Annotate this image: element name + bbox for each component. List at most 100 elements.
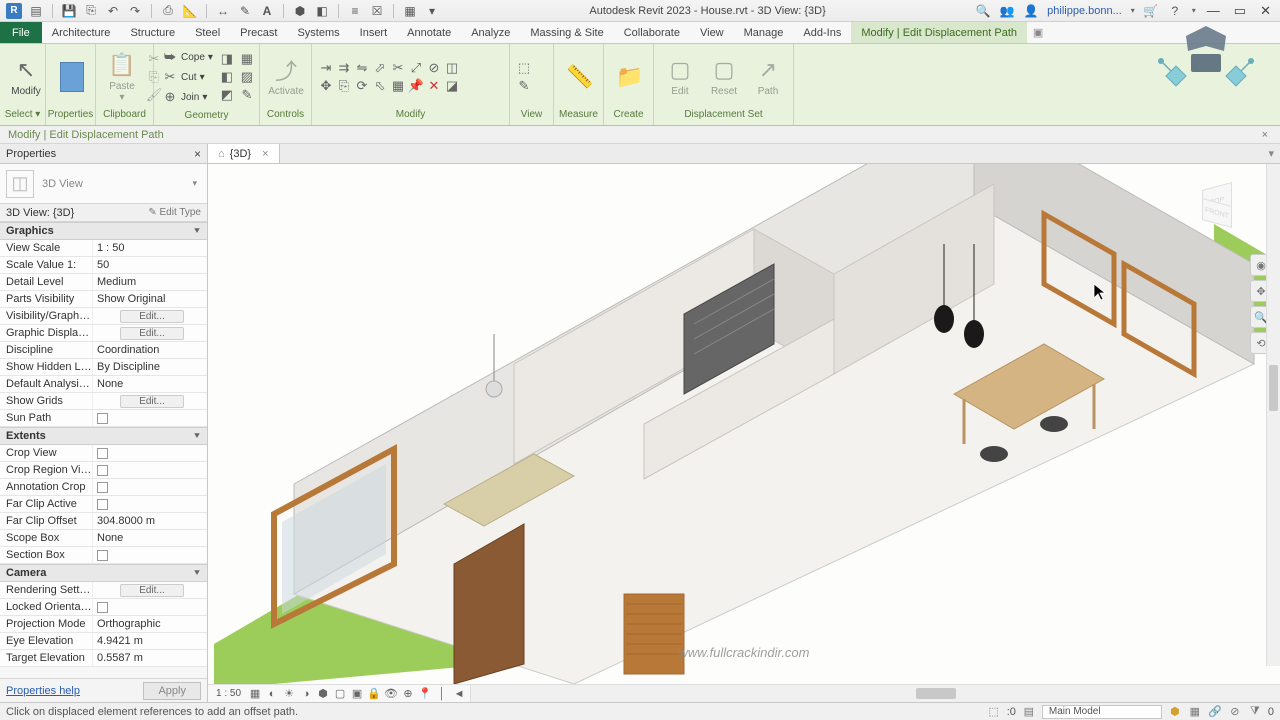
prop-show-hidden[interactable]: Show Hidden Lin...By Discipline [0,359,207,376]
checkbox[interactable] [97,482,108,493]
trim-icon[interactable]: ⬀ [372,60,388,76]
cut-geom-button[interactable]: ✂Cut ▾ [160,68,215,86]
vc-hide-icon[interactable]: 👁 [384,687,398,701]
qat-undo-icon[interactable]: ↶ [105,3,121,19]
geom-icon-6[interactable]: ✎ [239,87,255,103]
qat-open-icon[interactable]: ▤ [28,3,44,19]
pin-icon[interactable]: 📌 [408,78,424,94]
options-bar-close[interactable]: × [1258,129,1272,141]
join-button[interactable]: ⊕Join ▾ [160,88,215,106]
view-canvas[interactable]: TOP FRONT ◉ ✥ 🔍 ⟲ www.fullcrackindir.com [208,164,1280,684]
vc-crop2-icon[interactable]: ▣ [350,687,364,701]
prop-visibility-graphics[interactable]: Visibility/Graphic...Edit... [0,308,207,325]
prop-graphic-display[interactable]: Graphic Display ...Edit... [0,325,207,342]
checkbox[interactable] [97,499,108,510]
prop-show-grids[interactable]: Show GridsEdit... [0,393,207,410]
sb-model-icon[interactable]: ▤ [1022,705,1036,719]
properties-help-link[interactable]: Properties help [6,685,80,697]
mirror-icon[interactable]: ⇋ [354,60,370,76]
vc-shadow-icon[interactable]: ◑ [299,687,313,701]
close-button[interactable]: ✕ [1257,3,1274,19]
view-tabs-overflow-icon[interactable]: ▾ [1262,147,1280,160]
user-name[interactable]: philippe.bonn... [1047,5,1122,17]
geom-icon-4[interactable]: ▦ [239,51,255,67]
tab-view[interactable]: View [690,22,734,43]
vc-crop-icon[interactable]: ▢ [333,687,347,701]
cart-icon[interactable]: 🛒 [1143,3,1159,19]
activate-button[interactable]: ⤴Activate [266,54,306,99]
help-icon[interactable]: ? [1167,3,1183,19]
sb-select-icon[interactable]: ⬚ [987,705,1001,719]
prop-locked-orient[interactable]: Locked Orientati... [0,599,207,616]
prop-discipline[interactable]: DisciplineCoordination [0,342,207,359]
view-icon-1[interactable]: ⬚ [516,60,532,76]
create-button[interactable]: 📁 [610,61,650,93]
offset-icon[interactable]: ⇉ [336,60,352,76]
mod-icon-a[interactable]: ◫ [444,60,460,76]
prop-far-clip-active[interactable]: Far Clip Active [0,496,207,513]
mod-icon-b[interactable]: ◪ [444,78,460,94]
type-selector[interactable]: ◫ 3D View ▾ [0,164,207,204]
qat-sync-icon[interactable]: ⎘ [83,3,99,19]
checkbox[interactable] [97,602,108,613]
qat-print-icon[interactable]: ⎙ [160,3,176,19]
vc-arrow-icon[interactable]: ◄ [452,687,466,701]
trim2-icon[interactable]: ⬁ [372,78,388,94]
workset-selector[interactable]: Main Model [1042,705,1162,719]
tab-addins[interactable]: Add-Ins [793,22,851,43]
view-scale-control[interactable]: 1 : 50 [212,688,245,699]
geom-icon-3[interactable]: ◩ [219,87,235,103]
tab-modify-context[interactable]: Modify | Edit Displacement Path [851,22,1027,43]
search-icon[interactable]: 🔍 [975,3,991,19]
prop-scale-value[interactable]: Scale Value 1:50 [0,257,207,274]
vc-lock-icon[interactable]: 🔒 [367,687,381,701]
array-icon[interactable]: ▦ [390,78,406,94]
tab-massing[interactable]: Massing & Site [520,22,613,43]
qat-close-icon[interactable]: ☒ [369,3,385,19]
tab-file[interactable]: File [0,22,42,43]
qat-redo-icon[interactable]: ↷ [127,3,143,19]
properties-apply-button[interactable]: Apply [143,682,201,700]
paste-button[interactable]: 📋Paste▾ [102,49,142,105]
prop-target-elevation[interactable]: Target Elevation0.5587 m [0,650,207,667]
cut-icon[interactable]: ✂ [146,51,162,67]
tab-steel[interactable]: Steel [185,22,230,43]
tab-architecture[interactable]: Architecture [42,22,121,43]
unpin-icon[interactable]: ⊘ [426,60,442,76]
section-graphics[interactable]: Graphics⯆ [0,222,207,240]
vertical-scrollbar[interactable] [1266,164,1280,666]
qat-3d-icon[interactable]: ⬢ [292,3,308,19]
prop-eye-elevation[interactable]: Eye Elevation4.9421 m [0,633,207,650]
prop-detail-level[interactable]: Detail LevelMedium [0,274,207,291]
tab-collaborate[interactable]: Collaborate [614,22,690,43]
minimize-button[interactable]: — [1204,3,1223,18]
prop-view-scale[interactable]: View Scale1 : 50 [0,240,207,257]
sb-i2-icon[interactable]: ▦ [1188,705,1202,719]
qat-measure-icon[interactable]: 📐 [182,3,198,19]
prop-rendering[interactable]: Rendering SettingsEdit... [0,582,207,599]
measure-button[interactable]: 📏 [560,61,600,93]
ribbon-collapse-icon[interactable]: ▣ [1027,22,1049,43]
prop-projection[interactable]: Projection ModeOrthographic [0,616,207,633]
vc-sun-icon[interactable]: ☀ [282,687,296,701]
geom-icon-5[interactable]: ▨ [239,69,255,85]
scale-icon[interactable]: ⤢ [408,60,424,76]
prop-default-analysis[interactable]: Default Analysis ...None [0,376,207,393]
login-icon[interactable]: 👥 [999,3,1015,19]
tab-insert[interactable]: Insert [350,22,398,43]
view-cube[interactable]: TOP FRONT [1190,174,1250,234]
horizontal-scrollbar[interactable] [471,685,1280,702]
view-tab-close-icon[interactable]: × [262,148,268,160]
vc-pin-icon[interactable]: 📍 [418,687,432,701]
qat-switch-icon[interactable]: ▦ [402,3,418,19]
tab-manage[interactable]: Manage [734,22,794,43]
vc-reveal-icon[interactable]: ⊕ [401,687,415,701]
copy-mod-icon[interactable]: ⎘ [336,78,352,94]
vc-visual-icon[interactable]: ◐ [265,687,279,701]
prop-annotation-crop[interactable]: Annotation Crop [0,479,207,496]
modify-button[interactable]: ↖Modify [6,54,46,99]
prop-parts-visibility[interactable]: Parts VisibilityShow Original [0,291,207,308]
checkbox[interactable] [97,465,108,476]
match-icon[interactable]: 🖌 [146,87,162,103]
checkbox[interactable] [97,550,108,561]
